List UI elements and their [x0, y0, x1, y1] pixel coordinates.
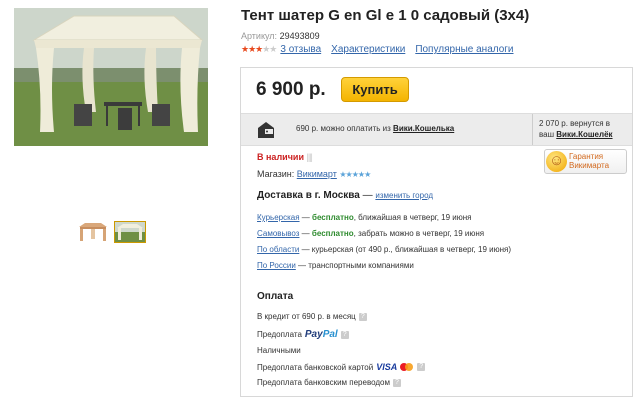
paypal-logo: PayPal — [305, 329, 338, 340]
delivery-title-sep: — — [359, 190, 376, 201]
gallery-thumbnail-2[interactable] — [114, 221, 146, 243]
delivery-detail: , ближайшая в четверг, 19 июня — [353, 213, 472, 222]
cashback-prefix: ваш — [539, 130, 555, 139]
payment-credit: В кредит от 690 р. в месяц ? — [257, 312, 367, 321]
tent-thumb-icon — [115, 222, 145, 242]
article-label: Артикул: — [241, 31, 278, 41]
help-icon[interactable]: ? — [393, 378, 401, 387]
reviews-link[interactable]: 3 отзыва — [280, 44, 321, 55]
delivery-detail: транспортными компаниями — [308, 261, 414, 270]
product-title: Тент шатер G en Gl e 1 0 садовый (3x4) — [241, 7, 530, 24]
delivery-region-link[interactable]: По области — [257, 245, 299, 254]
guarantee-text: Гарантия Викимарта — [569, 152, 609, 170]
product-meta: ★★★★★ 3 отзыва Характеристики Популярные… — [241, 44, 520, 55]
cashback-info: 2 070 р. вернутся в ваш Вики.Кошелёк — [532, 114, 634, 145]
shop-rating-stars: ★★★★★ — [339, 170, 371, 179]
delivery-title-text: Доставка в г. Москва — [257, 190, 360, 201]
delivery-dash: — — [299, 245, 312, 254]
help-icon[interactable]: ? — [417, 363, 426, 371]
price-row: 6 900 р. Купить — [241, 68, 632, 112]
cashback-line2: ваш Вики.Кошелёк — [539, 129, 634, 140]
paypal-logo-b: Pal — [322, 329, 338, 340]
article-value: 29493809 — [279, 31, 320, 41]
delivery-dash: — — [295, 261, 309, 270]
paypal-logo-a: Pay — [304, 329, 323, 340]
payment-transfer-text: Предоплата банковским переводом — [257, 378, 390, 387]
guarantee-line1: Гарантия — [569, 152, 604, 161]
shop-link[interactable]: Викимарт — [297, 169, 337, 179]
payment-card: Предоплата банковской картой VISA ? — [257, 362, 426, 372]
wallet-row: 690 р. можно оплатить из Вики.Кошелька 2… — [241, 113, 632, 146]
product-main-image[interactable] — [14, 8, 208, 146]
delivery-free: бесплатно — [311, 229, 354, 238]
delivery-russia-link[interactable]: По России — [257, 261, 296, 270]
guarantee-icon — [546, 151, 567, 172]
wallet-icon — [258, 122, 274, 138]
shop-label: Магазин: — [257, 169, 295, 179]
guarantee-badge[interactable]: Гарантия Викимарта — [544, 149, 627, 174]
cashback-line1: 2 070 р. вернутся в — [539, 119, 610, 128]
stock-status: В наличии |||| — [257, 152, 313, 162]
cashback-wallet-link[interactable]: Вики.Кошелёк — [556, 130, 612, 139]
wiki-wallet-link[interactable]: Вики.Кошелька — [393, 124, 454, 133]
payment-card-text: Предоплата банковской картой — [257, 362, 374, 372]
payment-cash-text: Наличными — [257, 346, 301, 355]
stock-level-bars: |||| — [306, 152, 313, 162]
stock-label: В наличии — [257, 152, 304, 162]
help-icon[interactable]: ? — [358, 312, 367, 321]
rating-stars: ★★★★★ — [241, 44, 277, 54]
payment-credit-text: В кредит от 690 р. в месяц — [257, 312, 356, 321]
article-number: Артикул: 29493809 — [241, 31, 320, 41]
popular-analogs-link[interactable]: Популярные аналоги — [415, 44, 513, 55]
delivery-line-russia: По России — транспортными компаниями — [257, 261, 414, 270]
delivery-title: Доставка в г. Москва — изменить город — [257, 190, 433, 201]
gazebo-tent-image — [14, 8, 208, 146]
help-icon[interactable]: ? — [340, 330, 349, 339]
delivery-line-courier: Курьерская — бесплатно, ближайшая в четв… — [257, 213, 472, 222]
delivery-dash: — — [299, 229, 312, 238]
payment-title: Оплата — [257, 291, 294, 302]
visa-logo: VISA — [376, 362, 398, 372]
delivery-courier-link[interactable]: Курьерская — [257, 213, 300, 222]
change-city-link[interactable]: изменить город — [375, 191, 433, 200]
wallet-text: 690 р. можно оплатить из Вики.Кошелька — [296, 124, 454, 133]
delivery-detail: курьерская (от 490 р., ближайшая в четве… — [311, 245, 511, 254]
delivery-pickup-link[interactable]: Самовывоз — [257, 229, 299, 238]
payment-paypal: Предоплата PayPal ? — [257, 329, 349, 340]
delivery-line-pickup: Самовывоз — бесплатно, забрать можно в ч… — [257, 229, 484, 238]
offer-box: 6 900 р. Купить 690 р. можно оплатить из… — [240, 67, 633, 397]
specs-link[interactable]: Характеристики — [331, 44, 405, 55]
wallet-prefix: 690 р. можно оплатить из — [296, 124, 391, 133]
delivery-line-region: По области — курьерская (от 490 р., ближ… — [257, 245, 511, 254]
shop-info: Магазин: Викимарт ★★★★★ — [257, 169, 371, 179]
mastercard-icon — [400, 363, 414, 371]
delivery-dash: — — [299, 213, 312, 222]
payment-cash: Наличными — [257, 346, 301, 355]
payment-paypal-text: Предоплата — [257, 330, 302, 339]
price: 6 900 р. — [256, 79, 326, 100]
payment-transfer: Предоплата банковским переводом ? — [257, 378, 401, 387]
guarantee-line2: Викимарта — [569, 161, 610, 170]
delivery-detail: , забрать можно в четверг, 19 июня — [353, 229, 485, 238]
tent-thumb-icon — [79, 223, 107, 241]
gallery-thumbnail-1[interactable] — [77, 221, 109, 243]
delivery-free: бесплатно — [312, 213, 354, 222]
buy-button[interactable]: Купить — [341, 77, 409, 102]
